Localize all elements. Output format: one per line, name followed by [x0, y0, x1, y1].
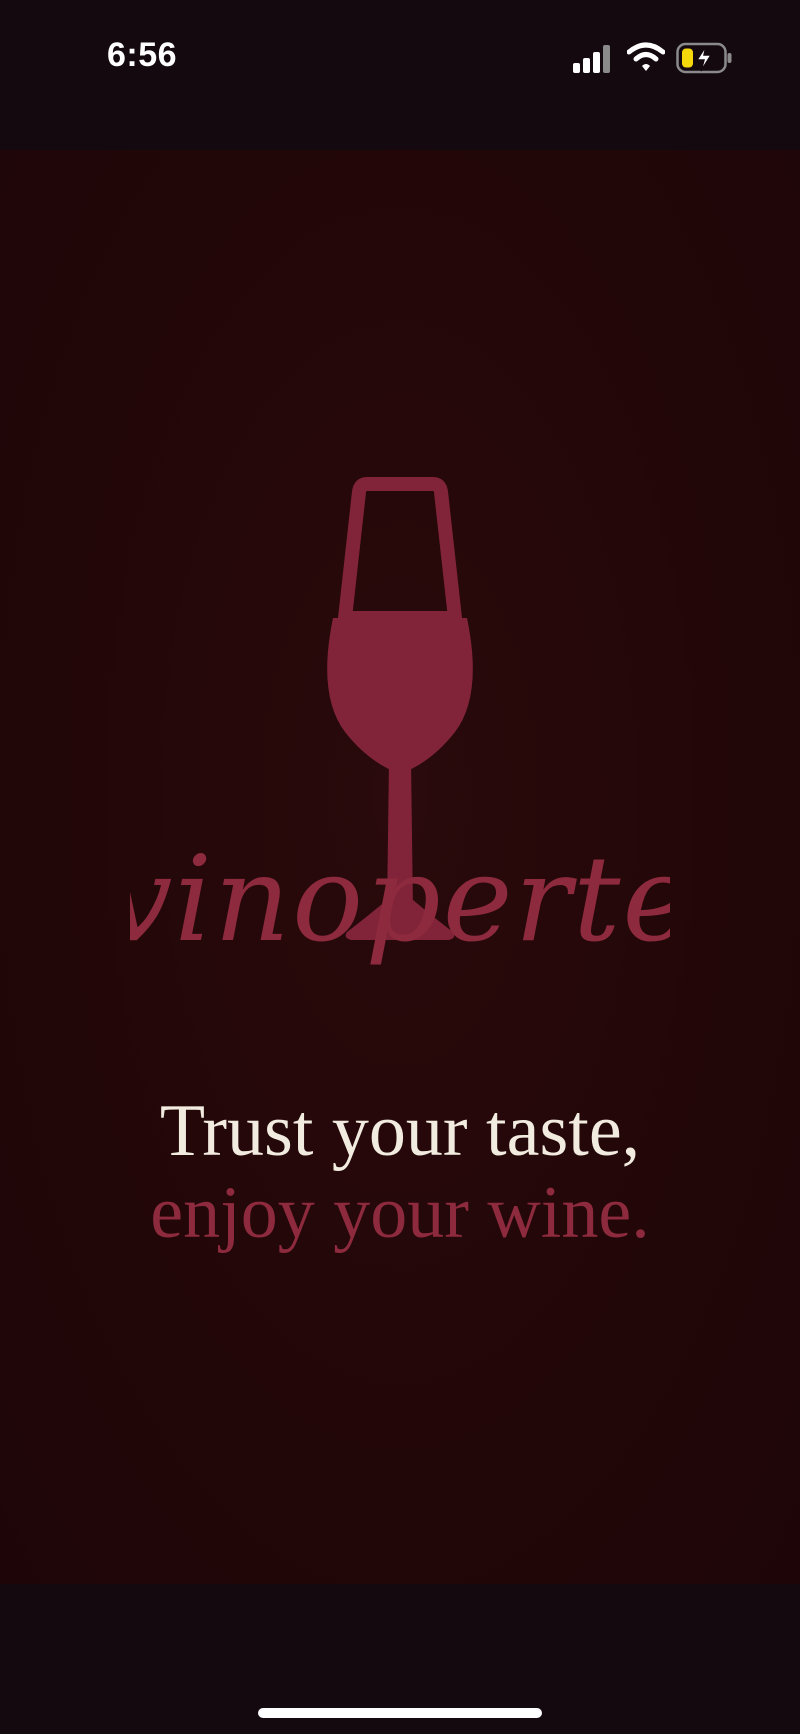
- battery-charging-icon: [676, 42, 732, 74]
- status-bar: 6:56: [0, 0, 800, 150]
- tagline-line-1: Trust your taste,: [159, 1090, 641, 1172]
- cellular-signal-icon: [573, 45, 610, 73]
- brand-logo: vinoperte: [130, 830, 670, 968]
- brand-name: vinoperte: [130, 830, 670, 968]
- home-indicator[interactable]: [258, 1708, 542, 1718]
- splash-screen: 6:56 vinoperte Trust your taste, enjoy y…: [0, 0, 800, 1734]
- splash-content: vinoperte Trust your taste, enjoy your w…: [0, 150, 800, 1584]
- tagline-line-2: enjoy your wine.: [150, 1172, 650, 1254]
- status-time: 6:56: [107, 36, 178, 74]
- bottom-bar: [0, 1584, 800, 1734]
- tagline: Trust your taste, enjoy your wine.: [0, 1090, 800, 1254]
- wifi-icon: [627, 42, 665, 71]
